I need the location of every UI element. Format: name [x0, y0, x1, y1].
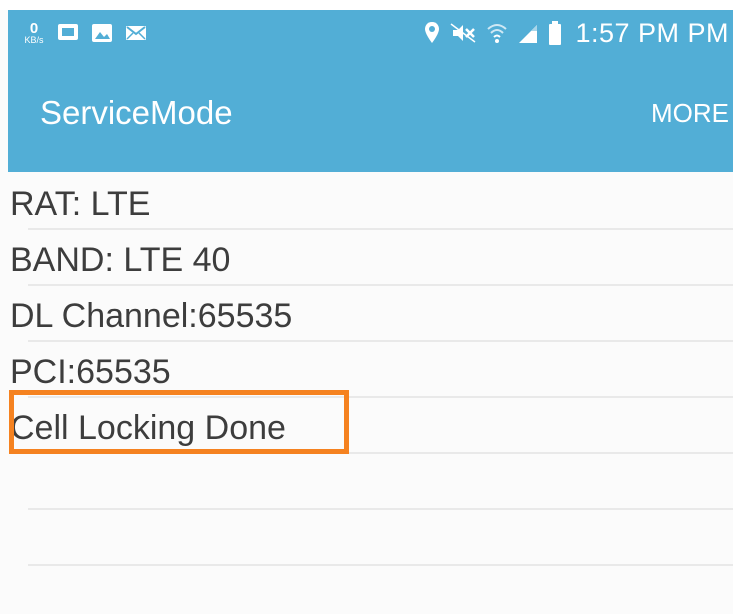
- network-speed-value: 0: [29, 20, 39, 37]
- list-divider: [28, 340, 733, 342]
- wifi-icon: [487, 24, 508, 43]
- network-speed-icon: 0 KB/s: [22, 21, 46, 45]
- status-time: 1:57 PM PM: [575, 17, 729, 48]
- list-divider: [28, 564, 733, 566]
- list-item-dl-channel: DL Channel:65535: [10, 297, 293, 335]
- list-item-band: BAND: LTE 40: [10, 241, 231, 279]
- cell-locking-highlight: [9, 390, 349, 454]
- list-divider: [28, 228, 733, 230]
- status-bar-notifications: 0 KB/s: [22, 18, 148, 48]
- more-button[interactable]: MORE: [651, 98, 729, 129]
- message-icon: [58, 24, 78, 40]
- list-item-pci: PCI:65535: [10, 353, 171, 391]
- gallery-icon: [92, 24, 112, 42]
- mail-icon: [126, 26, 146, 40]
- network-speed-unit: KB/s: [24, 35, 44, 45]
- list-divider: [28, 508, 733, 510]
- list-divider: [28, 284, 733, 286]
- battery-icon: [549, 21, 562, 45]
- location-icon: [425, 22, 440, 43]
- service-mode-screen: 0 KB/s 1:57 PM PM ServiceMode MORE RAT: …: [0, 0, 733, 614]
- top-edge: [0, 0, 733, 10]
- app-bar: ServiceMode MORE: [8, 54, 733, 172]
- signal-icon: [519, 25, 538, 43]
- status-bar-system: 1:57 PM PM: [424, 16, 729, 50]
- mute-icon: [450, 23, 476, 43]
- status-bar: 0 KB/s 1:57 PM PM: [8, 10, 733, 54]
- list-item-rat: RAT: LTE: [10, 185, 151, 223]
- app-title: ServiceMode: [40, 94, 233, 131]
